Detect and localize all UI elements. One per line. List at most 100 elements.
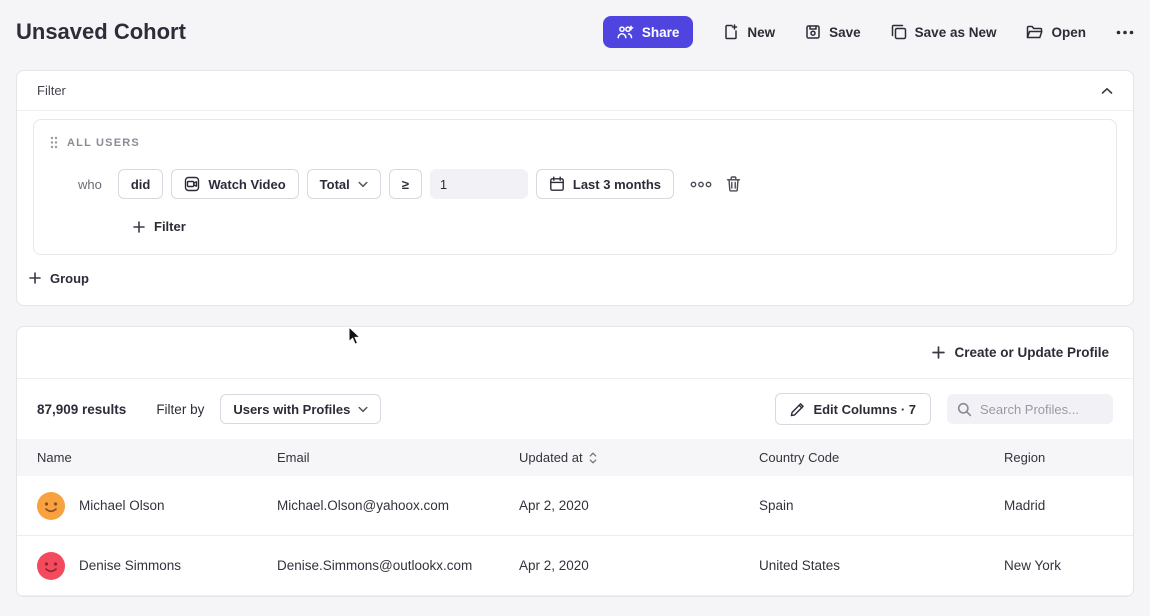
table-row[interactable]: Denise Simmons Denise.Simmons@outlookx.c… xyxy=(17,536,1133,596)
add-group-label: Group xyxy=(50,271,89,286)
table-header: Name Email Updated at Country Code Regio… xyxy=(17,439,1133,476)
create-or-update-profile-button[interactable]: Create or Update Profile xyxy=(932,345,1109,360)
profile-name: Michael Olson xyxy=(79,498,165,513)
page-title: Unsaved Cohort xyxy=(16,19,186,45)
trash-icon xyxy=(726,176,741,192)
avatar xyxy=(37,552,65,580)
delete-clause-button[interactable] xyxy=(726,176,741,192)
share-label: Share xyxy=(642,25,680,40)
profile-filter-dropdown[interactable]: Users with Profiles xyxy=(220,394,381,424)
more-options-button[interactable] xyxy=(1116,30,1134,35)
drag-handle-icon[interactable] xyxy=(50,136,58,149)
save-as-new-button[interactable]: Save as New xyxy=(891,24,997,40)
folder-icon xyxy=(1026,25,1043,40)
save-label: Save xyxy=(829,25,861,40)
save-icon xyxy=(805,24,821,40)
filter-panel: Filter ALL USERS who did xyxy=(16,70,1134,306)
who-label: who xyxy=(78,177,102,192)
event-label: Watch Video xyxy=(208,177,285,192)
column-header-email[interactable]: Email xyxy=(277,450,519,465)
chevron-down-icon xyxy=(358,406,368,413)
new-button[interactable]: New xyxy=(723,24,775,40)
filter-panel-title: Filter xyxy=(37,83,66,98)
profile-name: Denise Simmons xyxy=(79,558,181,573)
group-label-row: ALL USERS xyxy=(50,136,1100,149)
name-cell: Denise Simmons xyxy=(37,552,277,580)
results-toolbar: 87,909 results Filter by Users with Prof… xyxy=(17,379,1133,439)
new-label: New xyxy=(747,25,775,40)
pencil-icon xyxy=(790,402,805,417)
create-profile-row: Create or Update Profile xyxy=(17,327,1133,379)
column-header-updated-at[interactable]: Updated at xyxy=(519,450,759,465)
add-filter-button[interactable]: Filter xyxy=(133,219,186,234)
ellipsis-icon xyxy=(1116,30,1134,35)
plus-icon xyxy=(29,272,41,284)
add-group-button[interactable]: Group xyxy=(29,271,89,286)
open-button[interactable]: Open xyxy=(1026,25,1086,40)
did-selector[interactable]: did xyxy=(118,169,164,199)
email-cell: Michael.Olson@yahoox.com xyxy=(277,498,519,513)
country-code-cell: Spain xyxy=(759,498,1004,513)
updated-at-cell: Apr 2, 2020 xyxy=(519,558,759,573)
column-header-region[interactable]: Region xyxy=(1004,450,1113,465)
edit-columns-label: Edit Columns · 7 xyxy=(813,402,916,417)
plus-icon xyxy=(932,346,945,359)
cohort-group-box: ALL USERS who did Watch Video Total xyxy=(33,119,1117,255)
column-label: Region xyxy=(1004,450,1045,465)
threshold-value-input[interactable] xyxy=(430,169,528,199)
chevron-down-icon xyxy=(358,181,368,188)
add-filter-label: Filter xyxy=(154,219,186,234)
column-label: Name xyxy=(37,450,72,465)
avatar xyxy=(37,492,65,520)
open-label: Open xyxy=(1051,25,1086,40)
video-camera-icon xyxy=(184,176,200,192)
column-label: Country Code xyxy=(759,450,839,465)
filter-panel-header[interactable]: Filter xyxy=(17,71,1133,111)
calendar-icon xyxy=(549,176,565,192)
save-as-new-icon xyxy=(891,24,907,40)
group-label: ALL USERS xyxy=(67,137,140,149)
region-cell: Madrid xyxy=(1004,498,1113,513)
results-count: 87,909 results xyxy=(37,402,126,417)
email-cell: Denise.Simmons@outlookx.com xyxy=(277,558,519,573)
filter-by-label: Filter by xyxy=(156,402,204,417)
column-label: Updated at xyxy=(519,450,583,465)
operator-selector[interactable]: ≥ xyxy=(389,169,422,199)
updated-at-cell: Apr 2, 2020 xyxy=(519,498,759,513)
create-profile-label: Create or Update Profile xyxy=(954,345,1109,360)
table-row[interactable]: Michael Olson Michael.Olson@yahoox.com A… xyxy=(17,476,1133,536)
search-profiles-input[interactable] xyxy=(980,402,1103,417)
column-label: Email xyxy=(277,450,310,465)
share-button[interactable]: Share xyxy=(603,16,694,48)
aggregation-dropdown[interactable]: Total xyxy=(307,169,381,199)
edit-columns-button[interactable]: Edit Columns · 7 xyxy=(775,393,931,425)
country-code-cell: United States xyxy=(759,558,1004,573)
date-range-label: Last 3 months xyxy=(573,177,661,192)
three-circles-icon xyxy=(690,181,712,188)
plus-icon xyxy=(133,221,145,233)
did-label: did xyxy=(131,177,151,192)
add-group-row: Group xyxy=(17,255,1133,306)
new-file-icon xyxy=(723,24,739,40)
share-icon xyxy=(617,25,634,40)
results-panel: Create or Update Profile 87,909 results … xyxy=(16,326,1134,597)
sort-arrows-icon[interactable] xyxy=(589,452,597,464)
event-selector[interactable]: Watch Video xyxy=(171,169,298,199)
chevron-up-icon[interactable] xyxy=(1101,87,1113,95)
save-button[interactable]: Save xyxy=(805,24,861,40)
date-range-selector[interactable]: Last 3 months xyxy=(536,169,674,199)
add-filter-row: Filter xyxy=(133,219,1100,236)
search-icon xyxy=(957,402,972,417)
top-header: Unsaved Cohort Share New xyxy=(0,0,1150,70)
operator-label: ≥ xyxy=(402,177,409,192)
filter-clause-row: who did Watch Video Total xyxy=(78,169,1100,199)
column-header-name[interactable]: Name xyxy=(37,450,277,465)
profile-search[interactable] xyxy=(947,394,1113,424)
profile-filter-label: Users with Profiles xyxy=(233,402,350,417)
region-cell: New York xyxy=(1004,558,1113,573)
clause-more-options-button[interactable] xyxy=(690,181,712,188)
save-as-new-label: Save as New xyxy=(915,25,997,40)
column-header-country-code[interactable]: Country Code xyxy=(759,450,1004,465)
aggregation-label: Total xyxy=(320,177,350,192)
name-cell: Michael Olson xyxy=(37,492,277,520)
